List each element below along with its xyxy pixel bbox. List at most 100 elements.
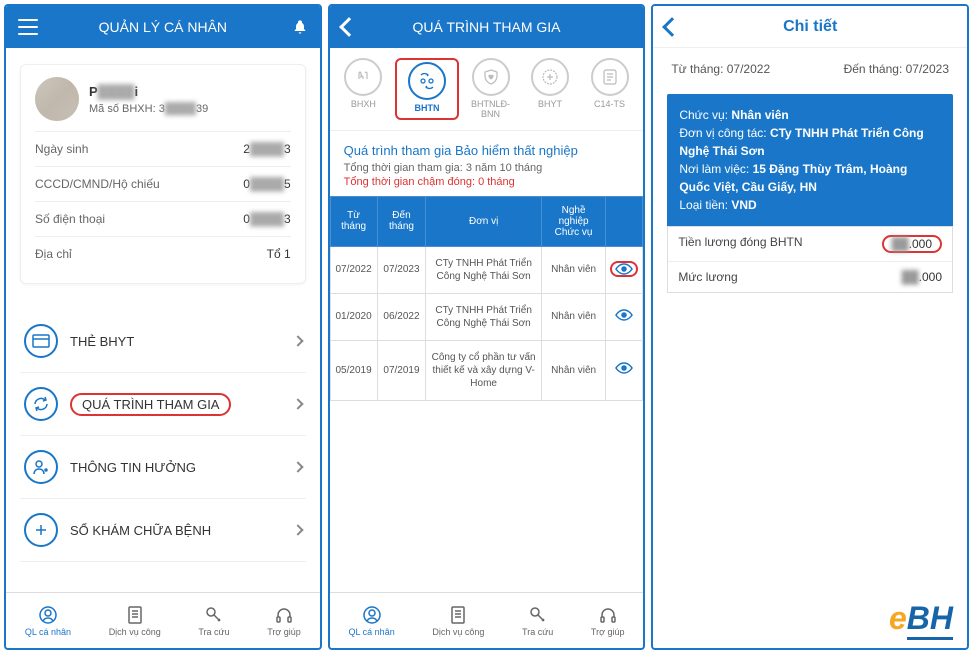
cell-to: 06/2022 <box>377 293 426 340</box>
tab-bhtnld[interactable]: BHTNLĐ-BNN <box>463 58 519 120</box>
nav-services[interactable]: Dịch vụ công <box>109 605 161 637</box>
menu-item-participation[interactable]: QUÁ TRÌNH THAM GIA <box>20 373 306 436</box>
nav-personal[interactable]: QL cá nhân <box>25 605 71 637</box>
menu-label: THẺ BHYT <box>70 334 282 349</box>
ebh-logo: eBH <box>889 600 953 640</box>
menu-label: THÔNG TIN HƯỞNG <box>70 460 282 475</box>
cell-unit: CTy TNHH Phát Triển Công Nghệ Thái Sơn <box>426 246 541 293</box>
salary-row-base: Mức lương ██.000 <box>668 262 952 292</box>
tab-row: BHXH BHTN BHTNLĐ-BNN BHYT C14-TS <box>330 48 644 131</box>
refresh-icon <box>24 387 58 421</box>
cell-unit: Công ty cổ phần tư vấn thiết kế và xây d… <box>426 340 541 400</box>
cell-action <box>606 293 643 340</box>
bottom-nav: QL cá nhân Dịch vụ công Tra cứu Trợ giúp <box>6 592 320 648</box>
table-row: 05/201907/2019Công ty cổ phần tư vấn thi… <box>330 340 643 400</box>
screen-detail: Chi tiết Từ tháng: 07/2022 Đến tháng: 07… <box>651 4 969 650</box>
nav-services[interactable]: Dịch vụ công <box>432 605 484 637</box>
search-key-icon <box>204 605 224 625</box>
document-icon <box>448 605 468 625</box>
bottom-nav: QL cá nhân Dịch vụ công Tra cứu Trợ giúp <box>330 592 644 648</box>
card-icon <box>24 324 58 358</box>
participation-total: Tổng thời gian tham gia: 3 năm 10 tháng <box>344 162 630 174</box>
hamburger-icon[interactable] <box>18 19 38 35</box>
cell-to: 07/2023 <box>377 246 426 293</box>
header-title: Chi tiết <box>783 18 837 36</box>
cell-from: 05/2019 <box>330 340 377 400</box>
profile-row-dob: Ngày sinh 2████3 <box>35 131 291 166</box>
th-from: Từ tháng <box>330 196 377 246</box>
profile-row-address: Địa chỉ Tổ 1 <box>35 236 291 271</box>
header: QUÁ TRÌNH THAM GIA <box>330 6 644 48</box>
profile-row-id: CCCD/CMND/Hộ chiếu 0████5 <box>35 166 291 201</box>
eye-icon[interactable] <box>615 313 633 324</box>
document-icon <box>125 605 145 625</box>
nav-search[interactable]: Tra cứu <box>522 605 553 637</box>
bell-icon[interactable] <box>292 18 308 36</box>
nav-search[interactable]: Tra cứu <box>198 605 229 637</box>
eye-icon[interactable] <box>615 366 633 377</box>
table-row: 01/202006/2022CTy TNHH Phát Triển Công N… <box>330 293 643 340</box>
chevron-right-icon <box>292 461 303 472</box>
tab-c14ts[interactable]: C14-TS <box>582 58 638 120</box>
nav-personal[interactable]: QL cá nhân <box>349 605 395 637</box>
th-to: Đến tháng <box>377 196 426 246</box>
menu-label: QUÁ TRÌNH THAM GIA <box>70 393 282 416</box>
profile-card: P████i Mã số BHXH: 3████39 Ngày sinh 2██… <box>20 64 306 284</box>
menu-item-bhyt-card[interactable]: THẺ BHYT <box>20 310 306 373</box>
headset-icon <box>598 605 618 625</box>
salary-row-bhtn: Tiền lương đóng BHTN ██.000 <box>668 227 952 262</box>
table-row: 07/202207/2023CTy TNHH Phát Triển Công N… <box>330 246 643 293</box>
menu-list: THẺ BHYT QUÁ TRÌNH THAM GIA THÔNG TIN HƯ… <box>20 310 306 562</box>
menu-label: SỔ KHÁM CHỮA BỆNH <box>70 523 282 538</box>
th-unit: Đơn vị <box>426 196 541 246</box>
screen-participation: QUÁ TRÌNH THAM GIA BHXH BHTN BHTNLĐ-BNN … <box>328 4 646 650</box>
hands-icon <box>344 58 382 96</box>
th-action <box>606 196 643 246</box>
participation-late: Tổng thời gian chậm đóng: 0 tháng <box>344 176 630 188</box>
cell-action <box>606 340 643 400</box>
user-circle-icon <box>38 605 58 625</box>
back-icon[interactable] <box>339 17 359 37</box>
nav-help[interactable]: Trợ giúp <box>591 605 625 637</box>
participation-title: Quá trình tham gia Bảo hiểm thất nghiệp <box>344 143 630 158</box>
menu-item-benefit[interactable]: THÔNG TIN HƯỞNG <box>20 436 306 499</box>
document-lines-icon <box>591 58 629 96</box>
tab-bhyt[interactable]: BHYT <box>522 58 578 120</box>
headset-icon <box>274 605 294 625</box>
profile-row-phone: Số điện thoại 0████3 <box>35 201 291 236</box>
tab-bhtn[interactable]: BHTN <box>395 58 459 120</box>
cell-from: 07/2022 <box>330 246 377 293</box>
menu-item-medical[interactable]: SỔ KHÁM CHỮA BỆNH <box>20 499 306 562</box>
participation-header: Quá trình tham gia Bảo hiểm thất nghiệp … <box>330 131 644 196</box>
medical-plus-icon <box>531 58 569 96</box>
cell-job: Nhân viên <box>541 340 605 400</box>
participation-table: Từ tháng Đến tháng Đơn vị Nghề nghiệp Ch… <box>330 196 644 401</box>
shield-heart-icon <box>472 58 510 96</box>
chevron-right-icon <box>292 524 303 535</box>
search-key-icon <box>528 605 548 625</box>
th-job: Nghề nghiệp Chức vụ <box>541 196 605 246</box>
cell-action <box>606 246 643 293</box>
back-icon[interactable] <box>662 17 682 37</box>
chevron-right-icon <box>292 335 303 346</box>
avatar <box>35 77 79 121</box>
screen-profile: QUẢN LÝ CÁ NHÂN P████i Mã số BHXH: 3████… <box>4 4 322 650</box>
salary-table: Tiền lương đóng BHTN ██.000 Mức lương ██… <box>667 226 953 293</box>
people-cycle-icon <box>408 62 446 100</box>
header-title: QUẢN LÝ CÁ NHÂN <box>99 19 227 35</box>
cell-unit: CTy TNHH Phát Triển Công Nghệ Thái Sơn <box>426 293 541 340</box>
nav-help[interactable]: Trợ giúp <box>267 605 301 637</box>
user-info-icon <box>24 450 58 484</box>
header: Chi tiết <box>653 6 967 48</box>
cell-job: Nhân viên <box>541 246 605 293</box>
cell-job: Nhân viên <box>541 293 605 340</box>
plus-icon <box>24 513 58 547</box>
eye-icon[interactable] <box>610 261 638 277</box>
user-circle-icon <box>362 605 382 625</box>
tab-bhxh[interactable]: BHXH <box>336 58 392 120</box>
info-box: Chức vụ: Nhân viên Đơn vị công tác: CTy … <box>667 94 953 226</box>
profile-name: P████i <box>89 84 208 99</box>
header-title: QUÁ TRÌNH THAM GIA <box>412 19 560 35</box>
chevron-right-icon <box>292 398 303 409</box>
header: QUẢN LÝ CÁ NHÂN <box>6 6 320 48</box>
